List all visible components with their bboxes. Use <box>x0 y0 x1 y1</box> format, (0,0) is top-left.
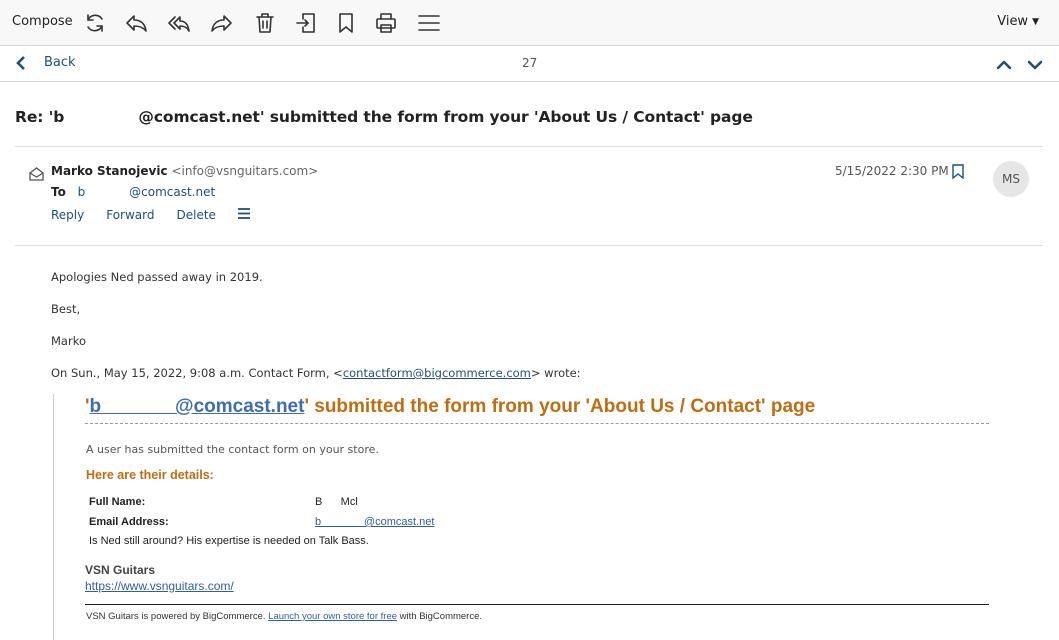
form-title-email-link[interactable]: b @comcast.net <box>90 396 305 417</box>
reply-link[interactable]: Reply <box>51 208 84 222</box>
refresh-icon[interactable] <box>82 10 108 36</box>
quote-bar <box>53 394 54 640</box>
store-url-link[interactable]: https://www.vsnguitars.com/ <box>85 579 234 593</box>
email-address-value: b @comcast.net <box>315 516 434 528</box>
view-label: View <box>997 14 1029 29</box>
chevron-left-icon <box>16 55 25 70</box>
message-counter: 27 <box>522 56 538 70</box>
attribution-suffix: > wrote: <box>530 366 581 380</box>
message-nav: Back 27 <box>0 46 1059 82</box>
message-actions: Reply Forward Delete <box>51 208 250 222</box>
recipient-part-2[interactable]: @comcast.net <box>129 185 215 199</box>
sender-name[interactable]: Marko Stanojevic <box>51 164 168 178</box>
email-address-label: Email Address: <box>89 516 169 528</box>
footer: VSN Guitars is powered by BigCommerce. L… <box>86 611 482 622</box>
reply-all-icon[interactable] <box>166 10 192 36</box>
recipient-part-1[interactable]: b <box>78 185 86 199</box>
delete-icon[interactable] <box>252 10 278 36</box>
form-intro: A user has submitted the contact form on… <box>86 443 379 456</box>
form-title-rest: ' submitted the form from your 'About Us… <box>304 396 816 417</box>
sender-email: <info@vsnguitars.com> <box>171 164 319 178</box>
reply-icon[interactable] <box>123 10 149 36</box>
footer-suffix: with BigCommerce. <box>397 611 483 622</box>
email-address-link[interactable]: b @comcast.net <box>315 516 434 528</box>
caret-down-icon: ▼ <box>1032 17 1039 27</box>
print-icon[interactable] <box>373 10 399 36</box>
attribution-prefix: On Sun., May 15, 2022, 9:08 a.m. Contact… <box>51 366 343 380</box>
details-heading: Here are their details: <box>86 468 214 482</box>
full-name-value: B Mcl <box>315 496 358 508</box>
footer-prefix: VSN Guitars is powered by BigCommerce. <box>86 611 269 622</box>
bookmark-icon[interactable] <box>333 10 359 36</box>
dashed-divider <box>85 423 989 424</box>
divider <box>15 146 1043 147</box>
body-line: Marko <box>51 334 86 348</box>
envelope-open-icon <box>29 166 44 181</box>
body-line: Apologies Ned passed away in 2019. <box>51 270 263 284</box>
recipient-row: To b @comcast.net <box>51 185 215 199</box>
move-icon[interactable] <box>293 10 319 36</box>
attribution-email-link[interactable]: contactform@bigcommerce.com <box>343 366 531 380</box>
form-message: Is Ned still around? His expertise is ne… <box>89 535 369 547</box>
toolbar: Compose View ▼ <box>0 0 1059 46</box>
chevron-up-icon[interactable] <box>996 57 1012 73</box>
view-dropdown[interactable]: View ▼ <box>997 14 1039 29</box>
quote-attribution: On Sun., May 15, 2022, 9:08 a.m. Contact… <box>51 366 581 380</box>
compose-button[interactable]: Compose <box>12 14 73 29</box>
back-button[interactable]: Back <box>14 55 76 70</box>
menu-icon[interactable] <box>416 10 442 36</box>
full-name-label: Full Name: <box>89 496 146 508</box>
sender: Marko Stanojevic <info@vsnguitars.com> <box>51 164 318 178</box>
form-title: 'b @comcast.net' submitted the form from… <box>85 396 815 418</box>
footer-rule <box>85 604 989 605</box>
forward-link[interactable]: Forward <box>106 208 154 222</box>
delete-link[interactable]: Delete <box>177 208 216 222</box>
to-label: To <box>51 185 66 199</box>
footer-link[interactable]: Launch your own store for free <box>268 611 397 622</box>
message-subject: Re: 'b @comcast.net' submitted the form … <box>15 108 753 126</box>
chevron-down-icon[interactable] <box>1027 57 1043 73</box>
avatar: MS <box>993 161 1029 197</box>
store-name: VSN Guitars <box>85 563 156 577</box>
body-line: Best, <box>51 302 81 316</box>
divider <box>15 245 1043 246</box>
flag-bookmark-icon[interactable] <box>952 164 964 180</box>
message-datetime: 5/15/2022 2:30 PM <box>835 164 949 178</box>
forward-icon[interactable] <box>209 10 235 36</box>
more-actions-icon[interactable] <box>237 208 250 222</box>
back-label: Back <box>44 55 76 70</box>
